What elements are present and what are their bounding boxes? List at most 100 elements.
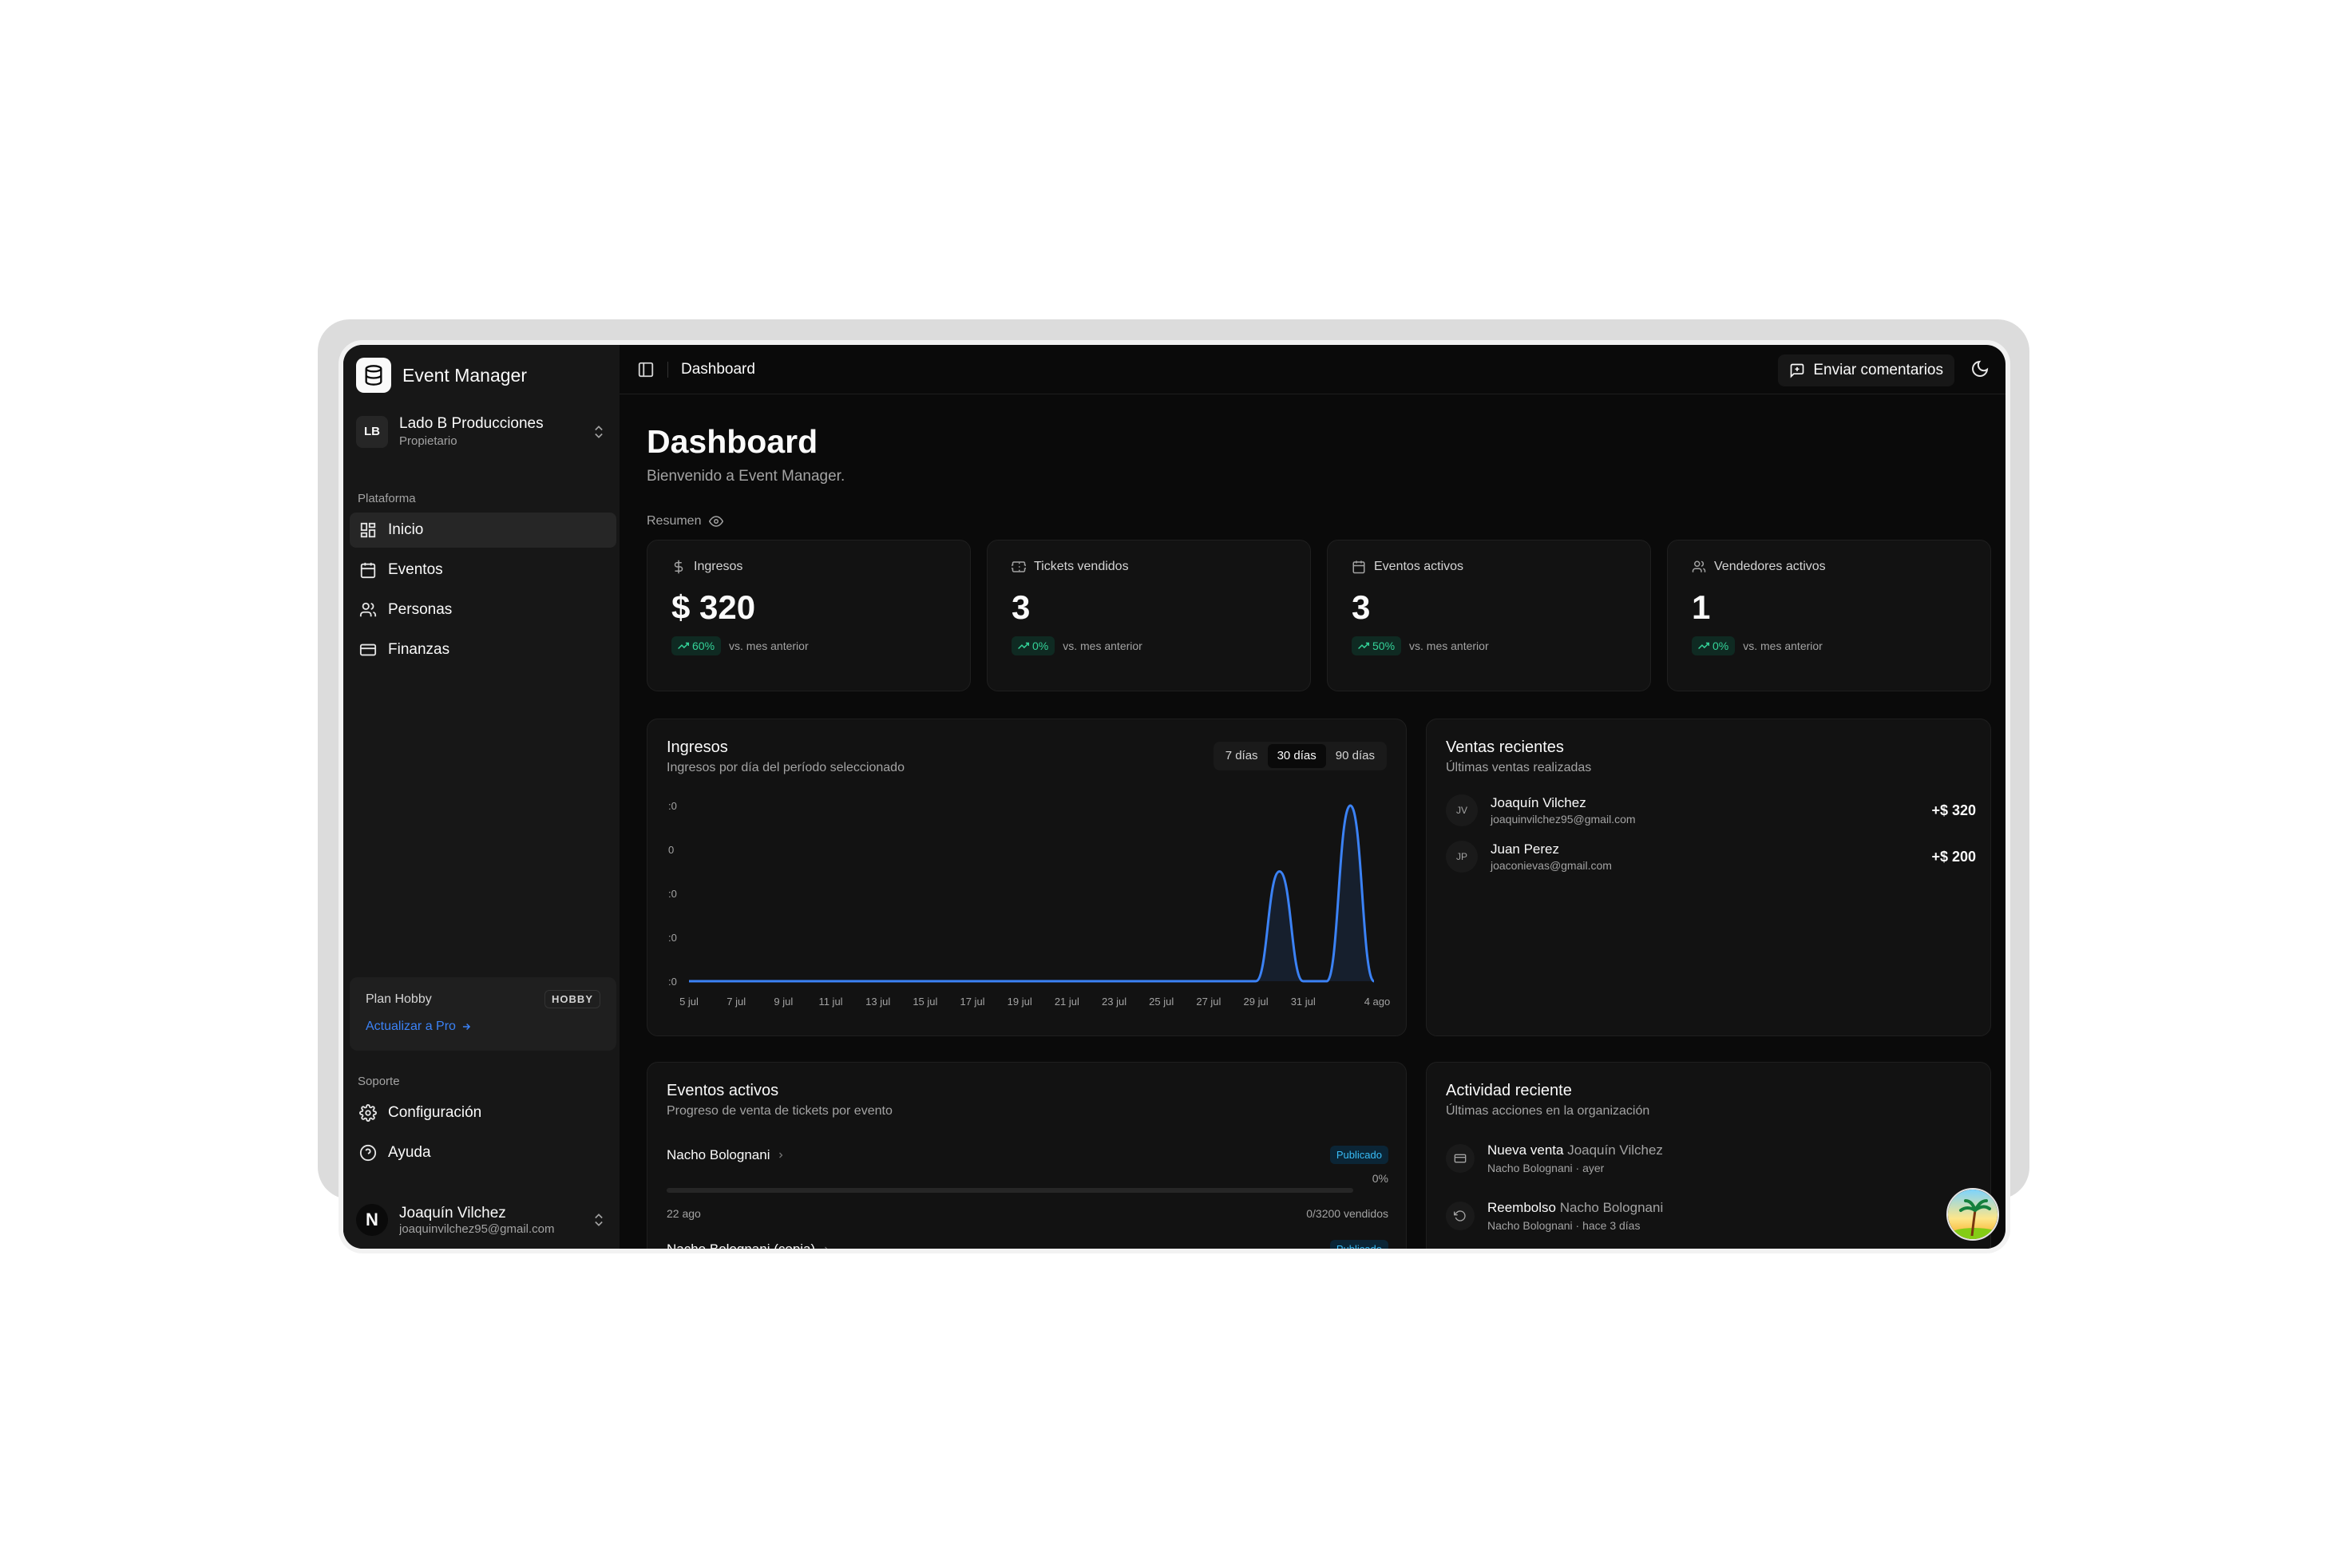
stat-label: Ingresos — [694, 560, 743, 573]
range-7-days[interactable]: 7 días — [1216, 744, 1268, 768]
sidebar-item-ayuda[interactable]: Ayuda — [350, 1135, 616, 1170]
card-subtitle: Últimas acciones en la organización — [1446, 1104, 1650, 1118]
trending-up-icon — [1358, 642, 1369, 650]
progress-bar — [667, 1188, 1353, 1193]
plan-card: Plan Hobby HOBBY Actualizar a Pro — [350, 977, 616, 1051]
y-tick-label: :0 — [668, 800, 677, 812]
status-badge: Publicado — [1329, 1146, 1388, 1164]
calendar-icon — [1352, 560, 1365, 574]
x-tick-label: 15 jul — [913, 996, 937, 1008]
stat-card-eventos: Eventos activos 3 50% vs. mes anterior — [1327, 540, 1651, 691]
sale-email: joaconievas@gmail.com — [1491, 859, 1612, 872]
sale-row[interactable]: JP Juan Perez joaconievas@gmail.com +$ 2… — [1446, 836, 1976, 877]
event-item[interactable]: Nacho Bolognani (copia) Publicado — [667, 1240, 1388, 1249]
plan-title: Plan Hobby — [366, 992, 432, 1006]
dollar-icon — [674, 560, 683, 574]
topbar: Dashboard Enviar comentarios — [620, 345, 2005, 394]
x-tick-label: 5 jul — [679, 996, 699, 1008]
sidebar-item-configuracion[interactable]: Configuración — [350, 1095, 616, 1130]
trend-value: 60% — [692, 639, 715, 652]
sale-row[interactable]: JV Joaquín Vilchez joaquinvilchez95@gmai… — [1446, 790, 1976, 831]
gear-icon — [359, 1104, 377, 1122]
floating-avatar[interactable] — [1946, 1188, 1999, 1241]
activity-item[interactable]: Reembolso Nacho Bolognani Nacho Bolognan… — [1446, 1200, 1976, 1232]
event-item[interactable]: Nacho Bolognani Publicado 0% 22 ago 0/32… — [667, 1146, 1388, 1220]
activity-meta: Nacho Bolognani · ayer — [1487, 1162, 1605, 1174]
primary-nav: Inicio Eventos Personas Finanzas — [350, 513, 616, 672]
trend-value: 0% — [1712, 639, 1729, 652]
nav-section-label: Plataforma — [358, 492, 416, 505]
x-tick-label: 21 jul — [1055, 996, 1079, 1008]
arrow-right-icon — [462, 1023, 471, 1031]
sale-name: Joaquín Vilchez — [1491, 795, 1586, 810]
app-screen: Event Manager LB Lado B Producciones Pro… — [343, 345, 2005, 1249]
stat-value: 1 — [1692, 588, 1711, 626]
sidebar-item-personas[interactable]: Personas — [350, 592, 616, 628]
help-circle-icon — [359, 1144, 377, 1162]
sale-name: Juan Perez — [1491, 841, 1559, 857]
trending-up-icon — [1698, 642, 1709, 650]
x-tick-label: 7 jul — [727, 996, 746, 1008]
device-frame: Event Manager LB Lado B Producciones Pro… — [339, 340, 2010, 1253]
user-email: joaquinvilchez95@gmail.com — [399, 1222, 555, 1236]
stat-value: $ 320 — [671, 588, 756, 626]
credit-card-icon — [1446, 1144, 1475, 1173]
revenue-chart: :00:0:0:05 jul 7 jul 9 jul 11 jul 13 jul 15 j… — [668, 800, 1390, 1008]
x-tick-label: 25 jul — [1149, 996, 1174, 1008]
revenue-chart-card: Ingresos Ingresos por día del período se… — [647, 719, 1407, 1036]
trend-badge: 0% — [1692, 636, 1736, 655]
sidebar: Event Manager LB Lado B Producciones Pro… — [343, 345, 620, 1249]
trend-badge: 60% — [671, 636, 722, 655]
brand-name: Event Manager — [402, 364, 527, 386]
recent-sales-card: Ventas recientes Últimas ventas realizad… — [1426, 719, 1991, 1036]
stat-comparison: vs. mes anterior — [1743, 639, 1823, 652]
stat-label: Tickets vendidos — [1034, 560, 1129, 573]
sidebar-item-finanzas[interactable]: Finanzas — [350, 632, 616, 667]
card-subtitle: Progreso de venta de tickets por evento — [667, 1104, 893, 1118]
support-section-label: Soporte — [358, 1075, 400, 1088]
chevrons-up-down-icon — [595, 425, 603, 438]
ticket-icon — [1012, 561, 1026, 572]
moon-icon[interactable] — [1970, 359, 1990, 378]
card-title: Eventos activos — [667, 1082, 779, 1099]
upgrade-link-label: Actualizar a Pro — [366, 1020, 456, 1033]
trend-badge: 0% — [1012, 636, 1055, 655]
sale-amount: +$ 200 — [1931, 848, 1976, 865]
y-tick-label: :0 — [668, 932, 677, 944]
sidebar-toggle-icon[interactable] — [637, 361, 655, 378]
grid-icon — [360, 522, 376, 538]
message-plus-icon — [1791, 363, 1804, 378]
x-tick-label: 31 jul — [1291, 996, 1316, 1008]
event-percent: 0% — [1372, 1172, 1388, 1185]
main-content: Dashboard Bienvenido a Event Manager. Re… — [620, 394, 2005, 1249]
sidebar-item-eventos[interactable]: Eventos — [350, 552, 616, 588]
card-title: Actividad reciente — [1446, 1082, 1572, 1099]
card-subtitle: Últimas ventas realizadas — [1446, 761, 1592, 774]
activity-item[interactable]: Nueva venta Joaquín Vilchez Nacho Bologn… — [1446, 1142, 1976, 1174]
user-menu[interactable]: N Joaquín Vilchez joaquinvilchez95@gmail… — [356, 1204, 607, 1236]
summary-toggle[interactable]: Resumen — [647, 514, 724, 529]
y-tick-label: :0 — [668, 888, 677, 900]
sidebar-item-label: Configuración — [388, 1104, 482, 1121]
upgrade-link[interactable]: Actualizar a Pro — [366, 1020, 600, 1034]
active-events-card: Eventos activos Progreso de venta de tic… — [647, 1062, 1407, 1249]
feedback-button[interactable]: Enviar comentarios — [1778, 354, 1954, 386]
user-name: Joaquín Vilchez — [399, 1204, 506, 1222]
org-role: Propietario — [399, 434, 457, 448]
avatar: JV — [1446, 794, 1478, 826]
event-sold: 0/3200 vendidos — [1306, 1207, 1388, 1220]
activity-meta: Nacho Bolognani · hace 3 días — [1487, 1219, 1641, 1232]
sidebar-item-inicio[interactable]: Inicio — [350, 513, 616, 548]
sidebar-item-label: Ayuda — [388, 1144, 431, 1161]
x-tick-label: 23 jul — [1102, 996, 1126, 1008]
y-tick-label: 0 — [668, 844, 674, 856]
eye-icon — [709, 516, 724, 527]
recent-activity-card: Actividad reciente Últimas acciones en l… — [1426, 1062, 1991, 1249]
org-switcher[interactable]: LB Lado B Producciones Propietario — [356, 415, 607, 448]
brand[interactable]: Event Manager — [356, 358, 527, 393]
range-90-days[interactable]: 90 días — [1326, 744, 1384, 768]
activity-action: Nueva venta — [1487, 1142, 1564, 1158]
range-30-days[interactable]: 30 días — [1267, 744, 1326, 768]
users-icon — [359, 602, 377, 617]
stat-card-tickets: Tickets vendidos 3 0% vs. mes anterior — [987, 540, 1311, 691]
